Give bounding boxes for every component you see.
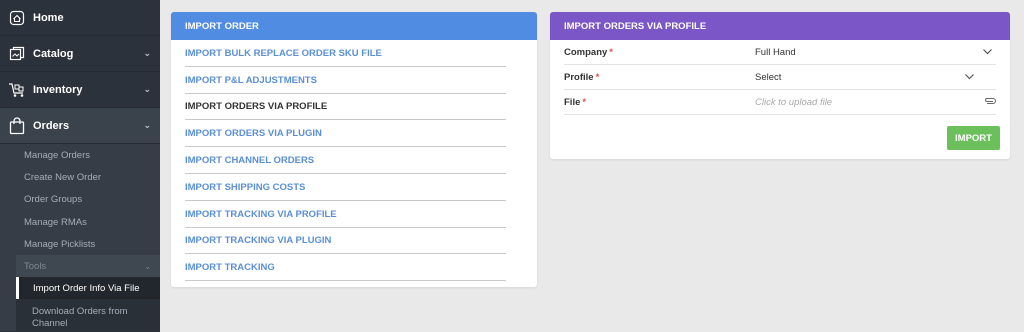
sidebar-item-catalog[interactable]: Catalog ⌄ <box>0 36 160 72</box>
chevron-down-icon: ⌄ <box>143 84 151 94</box>
import-order-panel: IMPORT ORDER IMPORT BULK REPLACE ORDER S… <box>171 12 537 287</box>
tools-label: Tools <box>24 260 47 272</box>
sidebar-item-label: Orders <box>33 119 70 132</box>
profile-row: Profile * Select <box>564 65 996 90</box>
chevron-down-icon: ⌄ <box>143 120 151 130</box>
chevron-down-icon[interactable] <box>965 72 974 83</box>
sidebar-item-inventory[interactable]: Inventory ⌄ <box>0 72 160 108</box>
required-mark: * <box>609 46 613 58</box>
sidebar-tool-import-order-info[interactable]: Import Order Info Via File <box>16 277 160 300</box>
chevron-down-icon: ⌄ <box>144 261 151 271</box>
panel-title: IMPORT ORDERS VIA PROFILE <box>550 12 1010 40</box>
link-import-shipping-costs[interactable]: IMPORT SHIPPING COSTS <box>185 174 506 201</box>
required-mark: * <box>582 96 587 108</box>
import-orders-via-profile-panel: IMPORT ORDERS VIA PROFILE Company * Full … <box>550 12 1010 159</box>
link-import-channel-orders[interactable]: IMPORT CHANNEL ORDERS <box>185 147 506 174</box>
link-import-orders-via-profile[interactable]: IMPORT ORDERS VIA PROFILE <box>185 94 506 121</box>
link-import-pl-adjustments[interactable]: IMPORT P&L ADJUSTMENTS <box>185 67 506 94</box>
sidebar-subitem-manage-orders[interactable]: Manage Orders <box>0 144 160 166</box>
profile-label: Profile * <box>564 71 600 83</box>
orders-submenu: Manage Orders Create New Order Order Gro… <box>0 144 160 332</box>
file-label: File * <box>564 96 587 108</box>
chevron-down-icon[interactable] <box>983 47 992 58</box>
sidebar-item-label: Catalog <box>33 47 74 60</box>
company-label: Company * <box>564 46 613 58</box>
company-row: Company * Full Hand <box>564 40 996 65</box>
link-import-tracking-via-plugin[interactable]: IMPORT TRACKING VIA PLUGIN <box>185 228 506 255</box>
sidebar-item-home[interactable]: Home <box>0 0 160 36</box>
sidebar-item-label: Inventory <box>33 83 83 96</box>
sidebar-subitem-tools[interactable]: Tools ⌄ <box>16 255 160 278</box>
import-form: Company * Full Hand Profile * Select File *… <box>550 40 1010 115</box>
link-import-tracking[interactable]: IMPORT TRACKING <box>185 254 506 282</box>
sidebar-subitem-manage-rmas[interactable]: Manage RMAs <box>0 211 160 233</box>
chevron-down-icon: ⌄ <box>143 48 151 58</box>
file-upload-input[interactable]: Click to upload file <box>755 97 832 108</box>
file-row: File * Click to upload file <box>564 90 996 115</box>
import-link-list: IMPORT BULK REPLACE ORDER SKU FILE IMPOR… <box>171 40 537 282</box>
home-icon <box>8 9 26 27</box>
link-import-orders-via-plugin[interactable]: IMPORT ORDERS VIA PLUGIN <box>185 120 506 148</box>
required-mark: * <box>595 71 600 83</box>
sidebar-item-label: Home <box>33 11 64 24</box>
link-import-bulk-replace-sku[interactable]: IMPORT BULK REPLACE ORDER SKU FILE <box>185 40 506 67</box>
sidebar-tool-download-orders[interactable]: Download Orders from Channel <box>16 299 160 332</box>
panel-title: IMPORT ORDER <box>171 12 537 40</box>
profile-select[interactable]: Select <box>755 72 781 83</box>
company-select[interactable]: Full Hand <box>755 47 796 58</box>
sidebar-subitem-order-groups[interactable]: Order Groups <box>0 189 160 211</box>
link-import-tracking-via-profile[interactable]: IMPORT TRACKING VIA PROFILE <box>185 201 506 228</box>
catalog-icon <box>8 45 26 63</box>
inventory-icon <box>8 81 26 99</box>
sidebar-item-orders[interactable]: Orders ⌄ <box>0 108 160 144</box>
sidebar: Home Catalog ⌄ Inventory ⌄ Orders ⌄ Mana… <box>0 0 160 332</box>
sidebar-subitem-manage-picklists[interactable]: Manage Picklists <box>0 233 160 255</box>
sidebar-subitem-create-new-order[interactable]: Create New Order <box>0 166 160 188</box>
import-button[interactable]: IMPORT <box>947 126 1000 150</box>
shopping-bag-icon <box>8 116 26 135</box>
paperclip-icon[interactable] <box>984 97 996 108</box>
